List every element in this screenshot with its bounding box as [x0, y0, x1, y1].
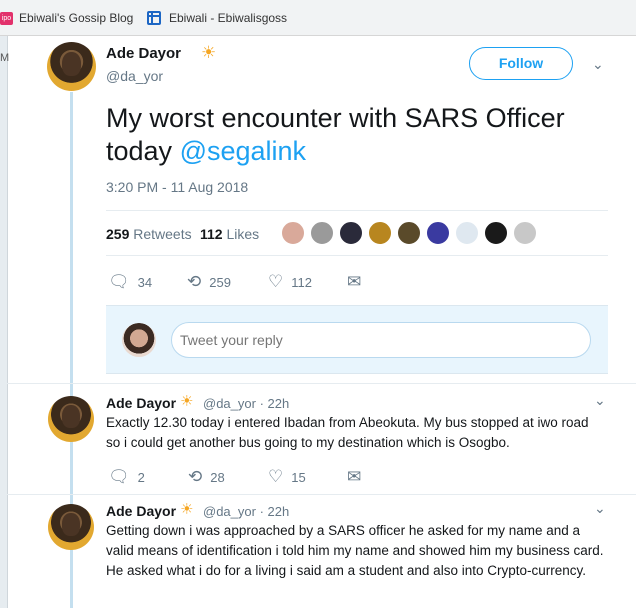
author-name[interactable]: Ade Dayor	[106, 45, 181, 62]
retweet-icon: ⟲	[188, 467, 203, 486]
bookmarks-bar: ipo Ebiwali's Gossip Blog Ebiwali - Ebiw…	[0, 0, 636, 36]
liker-avatar[interactable]	[368, 221, 392, 245]
liker-avatar[interactable]	[513, 221, 537, 245]
follow-button[interactable]: Follow	[469, 47, 573, 80]
retweets-count: 259	[106, 226, 130, 242]
author-handle[interactable]: @da_yor	[106, 68, 163, 84]
reply-time[interactable]: 22h	[268, 396, 290, 411]
reply-action[interactable]: 🗨 2	[108, 467, 145, 487]
tweet-timestamp[interactable]: 3:20 PM - 11 Aug 2018	[106, 179, 248, 195]
chevron-down-icon[interactable]: ⌄	[592, 56, 604, 73]
author-name[interactable]: Ade Dayor	[106, 395, 176, 411]
retweet-count: 28	[210, 469, 225, 485]
envelope-icon: ✉	[347, 272, 362, 291]
retweet-action[interactable]: ⟲ 259	[187, 272, 231, 292]
retweet-count: 259	[209, 274, 231, 290]
sun-emoji-icon: ☀	[201, 43, 217, 62]
bookmark-label: Ebiwali's Gossip Blog	[19, 11, 134, 25]
reply-meta: @da_yor · 22h	[203, 504, 290, 519]
reply-input[interactable]	[171, 322, 591, 358]
retweets-label: Retweets	[133, 226, 192, 242]
avatar[interactable]	[48, 504, 94, 550]
retweets-stat[interactable]: 259 Retweets	[106, 226, 192, 242]
bookmark-ebiwali-blogger[interactable]: Ebiwali - Ebiwalisgoss	[147, 9, 292, 27]
like-action[interactable]: ♡ 15	[268, 467, 306, 487]
liker-avatar[interactable]	[484, 221, 508, 245]
reply-text: Exactly 12.30 today i entered Ibadan fro…	[106, 415, 589, 450]
sun-emoji-icon: ☀	[180, 393, 194, 410]
liker-avatar[interactable]	[455, 221, 479, 245]
divider	[0, 494, 636, 495]
heart-icon: ♡	[268, 272, 284, 291]
tweet-text: My worst encounter with SARS Officer tod…	[106, 102, 606, 168]
heart-icon: ♡	[268, 467, 284, 486]
reply-count: 2	[137, 469, 145, 485]
chevron-down-icon[interactable]: ⌄	[594, 500, 606, 517]
blogger-favicon-icon	[147, 11, 161, 25]
message-action[interactable]: ✉	[347, 467, 369, 487]
retweet-icon: ⟲	[187, 272, 202, 291]
reply-count: 34	[137, 274, 153, 290]
like-count: 112	[291, 274, 312, 290]
reply-action[interactable]: 🗨 34	[108, 272, 152, 292]
reply-time[interactable]: 22h	[268, 504, 290, 519]
likes-label: Likes	[226, 226, 260, 242]
reply-icon: 🗨	[108, 272, 130, 291]
avatar[interactable]	[47, 42, 96, 91]
background-page-strip: M	[0, 36, 10, 608]
like-count: 15	[291, 469, 306, 485]
author-name[interactable]: Ade Dayor	[106, 503, 176, 519]
likes-count: 112	[200, 226, 223, 242]
background-page-text: M	[0, 52, 10, 64]
likes-stat[interactable]: 112 Likes	[200, 226, 259, 242]
reply-meta: @da_yor · 22h	[203, 396, 290, 411]
envelope-icon: ✉	[347, 467, 362, 486]
retweet-action[interactable]: ⟲ 28	[188, 467, 225, 487]
message-action[interactable]: ✉	[347, 272, 369, 292]
avatar[interactable]	[48, 396, 94, 442]
likers-avatars	[281, 221, 542, 247]
like-action[interactable]: ♡ 112	[268, 272, 312, 292]
mention-link[interactable]: @segalink	[180, 136, 306, 166]
ebiwali-favicon-icon: ipo	[0, 11, 13, 25]
avatar	[122, 323, 156, 357]
tweet-body: My worst encounter with SARS Officer tod…	[106, 103, 565, 166]
divider	[0, 383, 636, 384]
tweet-stats: 259 Retweets 112 Likes	[106, 210, 608, 256]
liker-avatar[interactable]	[281, 221, 305, 245]
reply-icon: 🗨	[108, 467, 130, 486]
author-handle[interactable]: @da_yor	[203, 504, 256, 519]
sun-emoji-icon: ☀	[180, 501, 194, 518]
bookmark-label: Ebiwali - Ebiwalisgoss	[169, 11, 288, 25]
reply-composer	[106, 305, 608, 374]
reply-text: Getting down i was approached by a SARS …	[106, 523, 604, 578]
liker-avatar[interactable]	[426, 221, 450, 245]
chevron-down-icon[interactable]: ⌄	[594, 392, 606, 409]
author-handle[interactable]: @da_yor	[203, 396, 256, 411]
liker-avatar[interactable]	[339, 221, 363, 245]
liker-avatar[interactable]	[310, 221, 334, 245]
liker-avatar[interactable]	[397, 221, 421, 245]
bookmark-ebiwali-gossip[interactable]: ipo Ebiwali's Gossip Blog	[0, 9, 135, 27]
